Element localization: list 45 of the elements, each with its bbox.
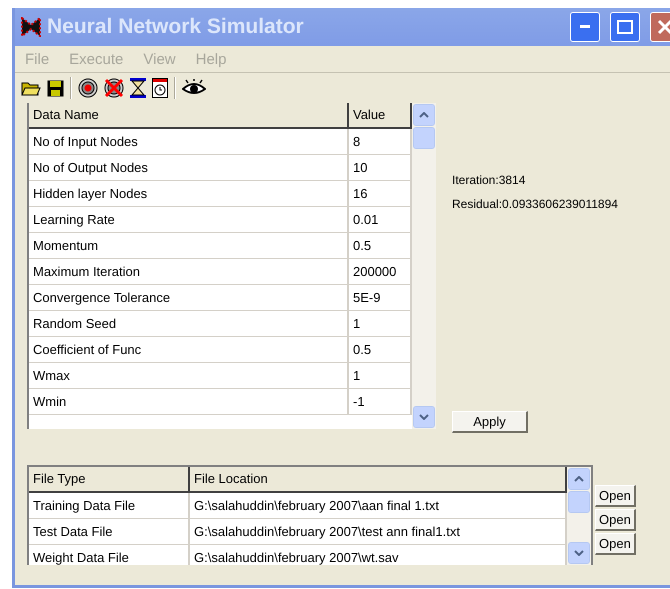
hourglass-icon[interactable]: [130, 78, 146, 98]
table-cell[interactable]: Test Data File: [29, 519, 190, 544]
minimize-icon: [580, 25, 590, 29]
maximize-button[interactable]: [610, 12, 640, 42]
scroll-down-button[interactable]: [413, 406, 435, 428]
scroll-up-button[interactable]: [413, 104, 435, 126]
app-icon: [21, 17, 41, 37]
table-cell[interactable]: No of Output Nodes: [29, 155, 349, 180]
table-cell[interactable]: Weight Data File: [29, 545, 190, 565]
scrollbar[interactable]: [412, 103, 436, 429]
scrollbar[interactable]: [567, 467, 591, 565]
minimize-button[interactable]: [570, 12, 600, 42]
table-cell[interactable]: Coefficient of Func: [29, 337, 349, 362]
close-icon: [657, 19, 670, 35]
residual-label: Residual:0.0933606239011894: [452, 197, 619, 211]
clock-document-icon[interactable]: [152, 78, 168, 98]
column-header[interactable]: File Type: [29, 467, 190, 493]
maximize-icon: [617, 20, 633, 34]
iteration-label: Iteration:3814: [452, 173, 526, 187]
folder-icon[interactable]: [21, 80, 41, 96]
scroll-down-button[interactable]: [568, 542, 590, 564]
scroll-up-button[interactable]: [568, 468, 590, 490]
table-cell[interactable]: Convergence Tolerance: [29, 285, 349, 310]
table-cell[interactable]: Training Data File: [29, 493, 190, 518]
table-cell[interactable]: Momentum: [29, 233, 349, 258]
window-title: Neural Network Simulator: [47, 15, 305, 39]
table-cell[interactable]: Wmin: [29, 389, 349, 414]
table-cell[interactable]: Random Seed: [29, 311, 349, 336]
table-cell[interactable]: Maximum Iteration: [29, 259, 349, 284]
column-header[interactable]: File Location: [190, 467, 567, 493]
table-cell[interactable]: Learning Rate: [29, 207, 349, 232]
table-cell[interactable]: Hidden layer Nodes: [29, 181, 349, 206]
column-header[interactable]: Data Name: [29, 103, 349, 129]
scroll-thumb[interactable]: [413, 127, 435, 149]
target-icon[interactable]: [78, 78, 98, 98]
open-button[interactable]: Open: [595, 509, 636, 531]
eye-icon[interactable]: [182, 79, 206, 97]
apply-button[interactable]: Apply: [452, 411, 528, 433]
stop-icon[interactable]: [104, 78, 124, 98]
open-button[interactable]: Open: [595, 485, 636, 507]
column-header[interactable]: Value: [349, 103, 412, 129]
open-button[interactable]: Open: [595, 533, 636, 555]
scroll-thumb[interactable]: [568, 491, 590, 513]
table-cell[interactable]: No of Input Nodes: [29, 129, 349, 154]
table-cell[interactable]: Wmax: [29, 363, 349, 388]
